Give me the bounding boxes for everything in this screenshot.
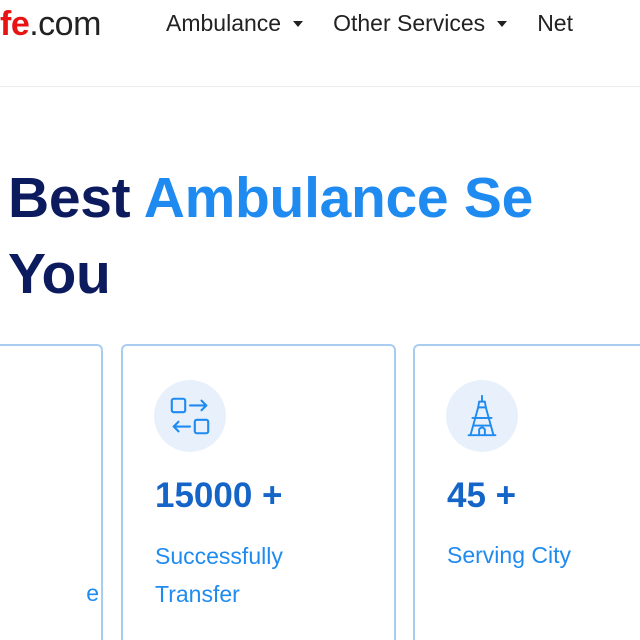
hero-title-line2: You <box>8 242 111 306</box>
main-nav: Ambulance Other Services Net <box>166 8 603 38</box>
page: fe.com Ambulance Other Services Net Best… <box>0 0 640 640</box>
logo-domain-text: .com <box>29 5 101 43</box>
stat-card-1: e <box>0 344 103 640</box>
transfer-icon <box>154 380 226 452</box>
city-tower-icon <box>446 380 518 452</box>
stat-number: 45 + <box>447 476 517 515</box>
caret-down-icon <box>293 21 304 27</box>
hero-title-accent: Ambulance Se <box>143 166 534 230</box>
nav-item-label: Other Services <box>333 9 486 36</box>
stat-number: 15000 + <box>155 476 283 515</box>
site-header: fe.com Ambulance Other Services Net <box>0 0 640 87</box>
stat-card-transfers: 15000 + Successfully Transfer <box>121 344 396 640</box>
nav-item-label: Ambulance <box>166 9 282 36</box>
nav-item-label: Net <box>537 9 573 36</box>
stat-label: e <box>86 580 99 606</box>
stat-label: Successfully Transfer <box>155 543 283 607</box>
caret-down-icon <box>497 21 508 27</box>
hero-title-part1: Best <box>8 166 144 230</box>
stat-label: Serving City <box>447 542 571 568</box>
nav-item-network[interactable]: Net <box>537 10 573 37</box>
logo-accent-text: fe <box>0 5 30 43</box>
stat-card-cities: 45 + Serving City <box>413 344 640 640</box>
site-logo[interactable]: fe.com <box>0 4 101 44</box>
nav-item-other-services[interactable]: Other Services <box>333 9 508 37</box>
hero-title: Best Ambulance Se You <box>8 160 533 312</box>
nav-item-ambulance[interactable]: Ambulance <box>166 9 304 37</box>
